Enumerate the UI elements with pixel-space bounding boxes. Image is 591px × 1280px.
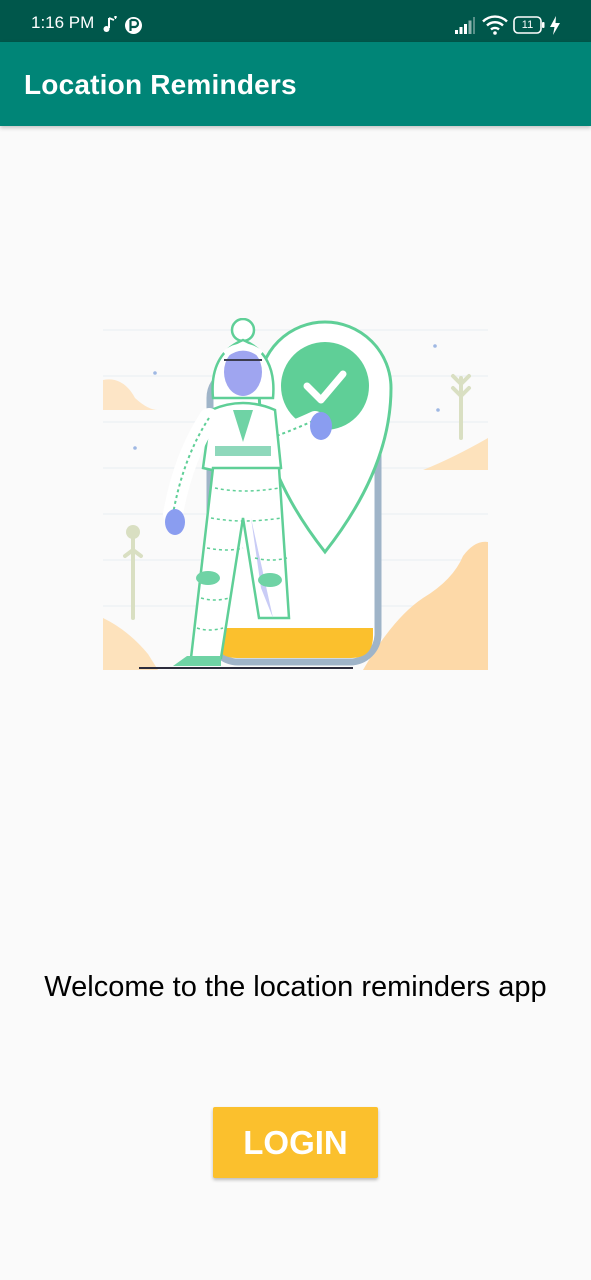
location-check-illustration <box>103 318 488 670</box>
welcome-text: Welcome to the location reminders app <box>44 971 547 1003</box>
charging-icon <box>550 16 560 35</box>
wifi-icon <box>482 15 508 35</box>
status-bar: 1:16 PM 11 <box>0 0 591 42</box>
status-time: 1:16 PM <box>31 13 95 32</box>
signal-icon <box>455 17 475 34</box>
app-title: Location Reminders <box>24 69 297 100</box>
battery-level: 11 <box>521 19 534 31</box>
app-bar: Location Reminders <box>0 42 591 126</box>
login-button[interactable]: LOGIN <box>213 1107 378 1178</box>
battery-icon: 11 <box>513 16 545 34</box>
music-note-icon <box>103 16 117 32</box>
app-notification-icon <box>125 17 142 34</box>
